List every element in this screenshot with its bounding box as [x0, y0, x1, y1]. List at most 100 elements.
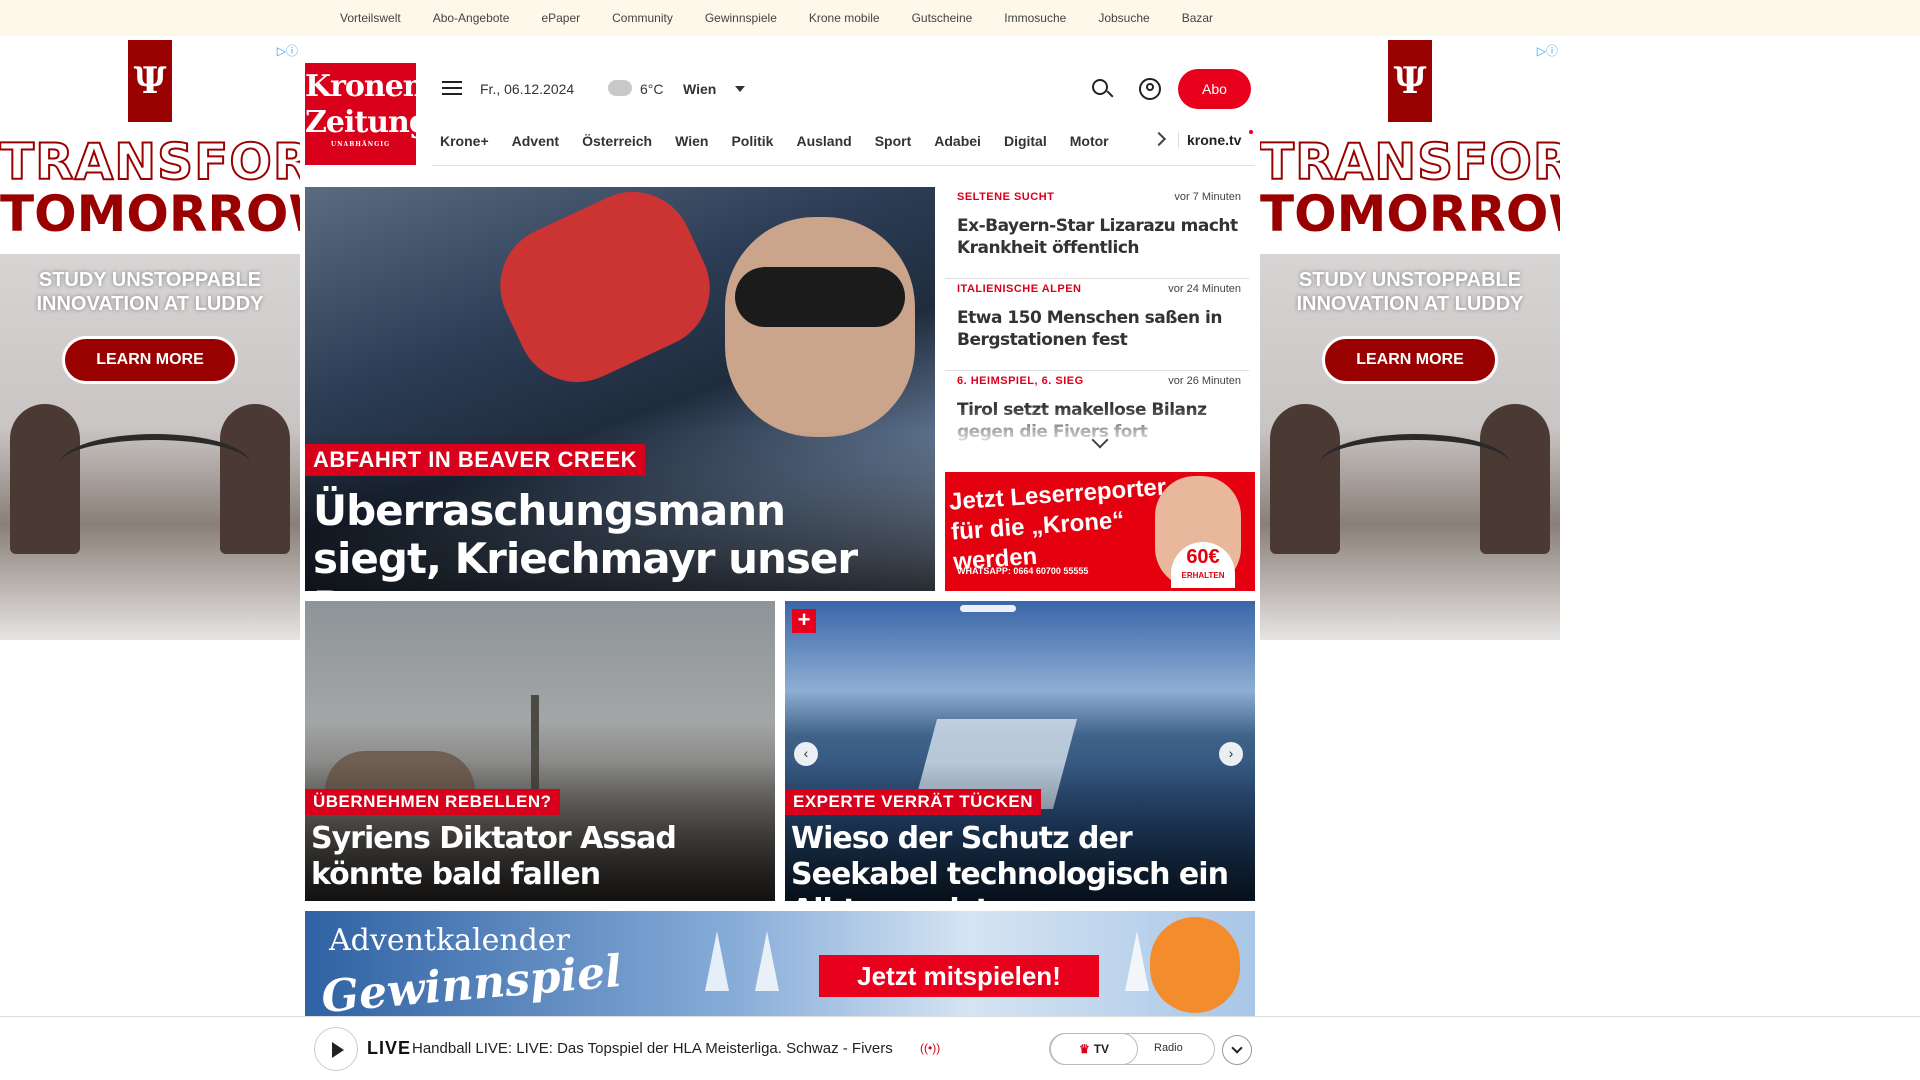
top-link[interactable]: Bazar [1182, 11, 1213, 25]
nav-item[interactable]: Motor [1070, 133, 1109, 149]
chevron-right-icon[interactable] [1151, 131, 1167, 147]
ticker-title[interactable]: Ex-Bayern-Star Lizarazu macht Krankheit … [957, 215, 1239, 259]
ad-person [10, 404, 80, 554]
nav-item[interactable]: Wien [675, 133, 708, 149]
hero-headline[interactable]: Überraschungsmann siegt, Kriechmayr unse… [313, 487, 923, 592]
nav-item[interactable]: Advent [512, 133, 559, 149]
ad-headline-1: TRANSFORM [1260, 133, 1560, 191]
nav-item[interactable]: Adabei [934, 133, 981, 149]
logo-line-1: Kronen [305, 69, 425, 104]
logo-line-2: Zeitung [305, 105, 430, 140]
ad-headline-2: TOMORROW [1260, 185, 1560, 243]
top-link[interactable]: Abo-Angebote [433, 11, 510, 25]
jetzt-mitspielen-button[interactable]: Jetzt mitspielen! [819, 955, 1099, 997]
logo-subtitle: UNABHÄNGIG [330, 141, 391, 148]
nav-item[interactable]: Sport [875, 133, 912, 149]
ticker-title[interactable]: Etwa 150 Menschen saßen in Bergstationen… [957, 307, 1239, 351]
advent-calendar-banner[interactable]: Adventkalender Gewinnspiel Jetzt mitspie… [305, 911, 1255, 1016]
reward-sub: ERHALTEN [1181, 571, 1225, 580]
ticker-time: vor 26 Minuten [1168, 375, 1241, 387]
athlete-portrait [725, 217, 915, 437]
drone-illustration [60, 434, 250, 494]
ticker-item[interactable]: SELTENE SUCHT vor 7 Minuten Ex-Bayern-Star… [945, 187, 1249, 279]
tv-radio-toggle[interactable]: ♛ TV Radio [1049, 1033, 1215, 1065]
hamburger-menu-icon[interactable] [442, 81, 462, 97]
side-ad-left[interactable]: ▷ⓘ Ψ TRANSFORM TOMORROW STUDY UNSTOPPABL… [0, 36, 300, 640]
learn-more-button[interactable]: LEARN MORE [62, 336, 238, 384]
top-link[interactable]: ePaper [541, 11, 580, 25]
main-navigation: Krone+ Advent Österreich Wien Politik Ausland… [432, 122, 1255, 166]
expand-player-button[interactable] [1222, 1035, 1252, 1065]
live-stream-title[interactable]: Handball LIVE: LIVE: Das Topspiel der HL… [412, 1040, 893, 1057]
city-selector[interactable]: Wien [683, 81, 716, 97]
news-ticker: SELTENE SUCHT vor 7 Minuten Ex-Bayern-Star… [945, 187, 1255, 457]
top-link[interactable]: Community [612, 11, 673, 25]
teaser-seekabel[interactable]: + ‹ › EXPERTE VERRÄT TÜCKEN Wieso der Sc… [785, 601, 1255, 901]
broadcast-icon: ((•)) [920, 1041, 941, 1055]
crown-icon: ♛ [1078, 1042, 1090, 1056]
top-link[interactable]: Krone mobile [809, 11, 880, 25]
iu-logo: Ψ [128, 40, 172, 122]
teaser-headline[interactable]: Wieso der Schutz der Seekabel technologi… [791, 821, 1251, 901]
ad-choices-icon[interactable]: ▷ⓘ [277, 42, 298, 59]
radio-tab[interactable]: Radio [1154, 1042, 1183, 1054]
drone-illustration [1320, 434, 1510, 494]
hero-story[interactable]: ABFAHRT IN BEAVER CREEK Überraschungsman… [305, 187, 935, 591]
top-link[interactable]: Jobsuche [1098, 11, 1149, 25]
current-date: Fr., 06.12.2024 [480, 81, 575, 97]
slider-next-button[interactable]: › [1219, 742, 1243, 766]
krone-logo[interactable]: Kronen Zeitung UNABHÄNGIG [305, 63, 430, 165]
ad-headline-2: TOMORROW [0, 185, 300, 243]
nav-item[interactable]: Digital [1004, 133, 1047, 149]
ticker-time: vor 7 Minuten [1174, 191, 1241, 203]
learn-more-button[interactable]: LEARN MORE [1322, 336, 1498, 384]
temperature: 6°C [640, 81, 664, 97]
play-button[interactable] [314, 1027, 358, 1071]
krone-plus-icon: + [792, 609, 816, 633]
ad-tagline-line: INNOVATION AT LUDDY [1296, 293, 1524, 315]
teaser-headline[interactable]: Syriens Diktator Assad könnte bald falle… [311, 821, 771, 893]
teaser-syria[interactable]: ÜBERNEHMEN REBELLEN? Syriens Diktator As… [305, 601, 775, 901]
ad-photo: STUDY UNSTOPPABLE INNOVATION AT LUDDY LE… [1260, 254, 1560, 640]
nav-item[interactable]: Österreich [582, 133, 652, 149]
ad-tagline-line: STUDY UNSTOPPABLE [1298, 269, 1522, 291]
reward-badge: 60€ ERHALTEN [1171, 542, 1235, 588]
tree-illustration [1125, 931, 1149, 991]
ski-goggles [735, 267, 905, 327]
teaser-kicker: ÜBERNEHMEN REBELLEN? [305, 789, 560, 815]
skier-figure [480, 187, 730, 402]
nav-item[interactable]: Krone+ [440, 133, 489, 149]
ticker-time: vor 24 Minuten [1168, 283, 1241, 295]
teaser-kicker: EXPERTE VERRÄT TÜCKEN [785, 789, 1042, 815]
top-service-links: Vorteilswelt Abo-Angebote ePaper Community G… [340, 0, 1245, 36]
abo-button[interactable]: Abo [1178, 69, 1251, 109]
search-icon[interactable] [1092, 79, 1108, 95]
ticker-item[interactable]: ITALIENISCHE ALPEN vor 24 Minuten Etwa 150… [945, 279, 1249, 371]
ad-tagline: STUDY UNSTOPPABLE INNOVATION AT LUDDY [1260, 268, 1560, 316]
top-link[interactable]: Gutscheine [912, 11, 973, 25]
nav-item[interactable]: Politik [731, 133, 773, 149]
slider-prev-button[interactable]: ‹ [794, 742, 818, 766]
top-link[interactable]: Vorteilswelt [340, 11, 401, 25]
tv-tab[interactable]: ♛ TV [1050, 1033, 1138, 1065]
caret-down-icon[interactable] [735, 86, 745, 92]
side-ad-right[interactable]: ▷ⓘ Ψ TRANSFORM TOMORROW STUDY UNSTOPPABL… [1260, 36, 1560, 640]
ad-tagline: STUDY UNSTOPPABLE INNOVATION AT LUDDY [0, 268, 300, 316]
iu-logo: Ψ [1388, 40, 1432, 122]
ad-tagline-line: STUDY UNSTOPPABLE [38, 269, 262, 291]
top-service-bar: Vorteilswelt Abo-Angebote ePaper Community G… [0, 0, 1920, 36]
top-link[interactable]: Gewinnspiele [705, 11, 777, 25]
live-player-bar: LIVE Handball LIVE: LIVE: Das Topspiel d… [0, 1016, 1920, 1080]
ad-tagline-line: INNOVATION AT LUDDY [36, 293, 264, 315]
cloud-icon [608, 80, 632, 96]
ad-choices-icon[interactable]: ▷ⓘ [1537, 42, 1558, 59]
top-link[interactable]: Immosuche [1004, 11, 1066, 25]
tree-illustration [755, 931, 779, 991]
nav-krone-tv[interactable]: krone.tv [1178, 132, 1241, 148]
hero-kicker: ABFAHRT IN BEAVER CREEK [305, 444, 646, 476]
slider-pager[interactable] [960, 605, 1016, 612]
nav-item[interactable]: Ausland [796, 133, 851, 149]
leserreporter-ad[interactable]: Jetzt Leserreporter für die „Krone“ werd… [945, 472, 1255, 591]
account-icon[interactable] [1139, 78, 1161, 100]
fox-mascot [1150, 917, 1240, 1013]
